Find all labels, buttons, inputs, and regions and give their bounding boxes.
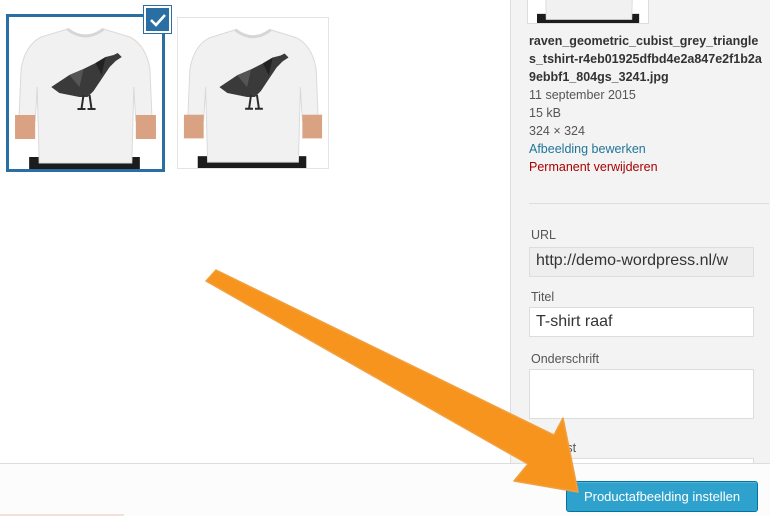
divider <box>529 203 769 204</box>
tshirt-raven-image <box>9 17 162 169</box>
media-modal-toolbar: Productafbeelding instellen <box>0 463 770 516</box>
caption-label: Onderschrift <box>531 352 600 366</box>
title-field[interactable] <box>529 307 754 337</box>
attachment-dimensions: 324 × 324 <box>529 124 585 138</box>
attachment-meta: raven_geometric_cubist_grey_triangles_ts… <box>529 32 765 176</box>
alt-text-label: Alt-tekst <box>531 441 577 455</box>
attachment-details-sidebar: raven_geometric_cubist_grey_triangles_ts… <box>510 0 770 463</box>
delete-permanently-link[interactable]: Permanent verwijderen <box>529 158 765 176</box>
set-product-image-button[interactable]: Productafbeelding instellen <box>566 481 758 512</box>
attachment-filesize: 15 kB <box>529 106 561 120</box>
attachment-filename: raven_geometric_cubist_grey_triangles_ts… <box>529 34 762 84</box>
tshirt-raven-image <box>178 18 328 168</box>
url-field[interactable]: http://demo-wordpress.nl/w <box>529 247 754 277</box>
checkmark-icon[interactable] <box>144 6 171 33</box>
caption-field[interactable] <box>529 369 754 419</box>
attachment-preview-image <box>527 0 649 24</box>
attachment-date: 11 september 2015 <box>529 88 636 102</box>
attachments-browser <box>0 0 510 463</box>
title-label: Titel <box>531 290 555 304</box>
attachment-raven-tshirt[interactable] <box>177 17 329 169</box>
attachment-raven-tshirt-selected[interactable] <box>6 14 165 172</box>
url-label: URL <box>531 228 557 242</box>
edit-image-link[interactable]: Afbeelding bewerken <box>529 140 765 158</box>
